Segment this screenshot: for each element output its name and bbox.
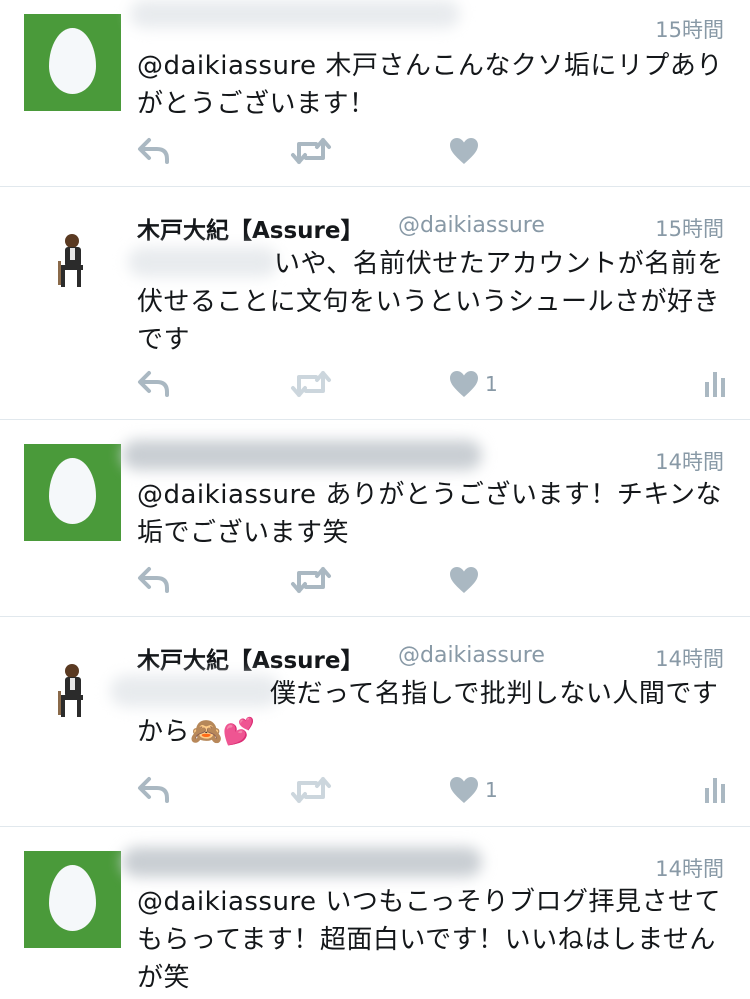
user-name[interactable]: 木戸大紀【Assure】 bbox=[137, 211, 364, 245]
tweet-4[interactable]: 木戸大紀【Assure】 @daikiassure 14時間 僕だって名指しで批… bbox=[0, 617, 750, 826]
tweet-time: 14時間 bbox=[655, 450, 724, 474]
retweet-icon bbox=[291, 138, 331, 164]
like-count: 1 bbox=[485, 778, 498, 802]
tweet-text: @daikiassure 木戸さんこんなクソ垢にリプありがとうございます！ bbox=[137, 51, 723, 119]
retweet-icon bbox=[291, 777, 331, 803]
retweet-button[interactable] bbox=[290, 562, 332, 598]
reply-button[interactable] bbox=[137, 366, 171, 402]
egg-icon bbox=[49, 28, 96, 94]
retweet-button[interactable] bbox=[290, 133, 332, 169]
retweet-button bbox=[290, 366, 332, 402]
heart-icon bbox=[450, 371, 478, 397]
like-count: 1 bbox=[485, 372, 498, 396]
blurred-name bbox=[130, 0, 460, 28]
avatar-egg[interactable] bbox=[24, 14, 121, 111]
heart-icon bbox=[450, 777, 478, 803]
tweet-time: 14時間 bbox=[655, 647, 724, 671]
avatar-egg[interactable] bbox=[24, 851, 121, 948]
tweet-1[interactable]: 15時間 @daikiassure 木戸さんこんなクソ垢にリプありがとうございま… bbox=[0, 0, 750, 186]
like-button[interactable] bbox=[449, 562, 479, 598]
reply-icon bbox=[138, 567, 169, 593]
analytics-button[interactable] bbox=[704, 366, 726, 402]
like-button[interactable] bbox=[449, 133, 479, 169]
reply-button[interactable] bbox=[137, 772, 171, 808]
reply-button[interactable] bbox=[137, 133, 171, 169]
tweet-text: @daikiassure いつもこっそりブログ拝見させてもらってます！超面白いで… bbox=[137, 887, 722, 993]
blurred-name bbox=[122, 440, 482, 470]
tweet-text: @daikiassure ありがとうございます！チキンな垢でございます笑 bbox=[137, 480, 723, 548]
like-button[interactable]: 1 bbox=[449, 366, 498, 402]
tweet-text: いや、名前伏せたアカウントが名前を伏せることに文句をいうというシュールさが好きで… bbox=[137, 249, 724, 355]
tweet-time: 15時間 bbox=[655, 217, 724, 241]
like-button[interactable]: 1 bbox=[449, 772, 498, 808]
retweet-button bbox=[290, 772, 332, 808]
user-handle[interactable]: @daikiassure bbox=[398, 643, 545, 668]
user-name[interactable]: 木戸大紀【Assure】 bbox=[137, 641, 364, 675]
blurred-name bbox=[122, 847, 482, 877]
tweet-time: 14時間 bbox=[655, 857, 724, 881]
retweet-icon bbox=[291, 567, 331, 593]
analytics-button[interactable] bbox=[704, 772, 726, 808]
heart-icon bbox=[450, 138, 478, 164]
reply-icon bbox=[138, 777, 169, 803]
tweet-text: 僕だって名指しで批判しない人間ですから🙈💕 bbox=[137, 679, 719, 747]
avatar-egg[interactable] bbox=[24, 444, 121, 541]
tweet-time: 15時間 bbox=[655, 18, 724, 42]
reply-icon bbox=[138, 371, 169, 397]
heart-icon bbox=[450, 567, 478, 593]
tweet-3[interactable]: 14時間 @daikiassure ありがとうございます！チキンな垢でございます… bbox=[0, 420, 750, 616]
reply-button[interactable] bbox=[137, 562, 171, 598]
egg-icon bbox=[49, 458, 96, 524]
tweet-5[interactable]: 14時間 @daikiassure いつもこっそりブログ拝見させてもらってます！… bbox=[0, 827, 750, 999]
egg-icon bbox=[49, 865, 96, 931]
reply-icon bbox=[138, 138, 169, 164]
analytics-icon bbox=[705, 372, 725, 397]
avatar-photo[interactable] bbox=[48, 231, 98, 291]
avatar-photo[interactable] bbox=[48, 661, 98, 721]
analytics-icon bbox=[705, 778, 725, 803]
user-handle[interactable]: @daikiassure bbox=[398, 213, 545, 238]
tweet-2[interactable]: 木戸大紀【Assure】 @daikiassure 15時間 いや、名前伏せたア… bbox=[0, 187, 750, 419]
retweet-icon bbox=[291, 371, 331, 397]
